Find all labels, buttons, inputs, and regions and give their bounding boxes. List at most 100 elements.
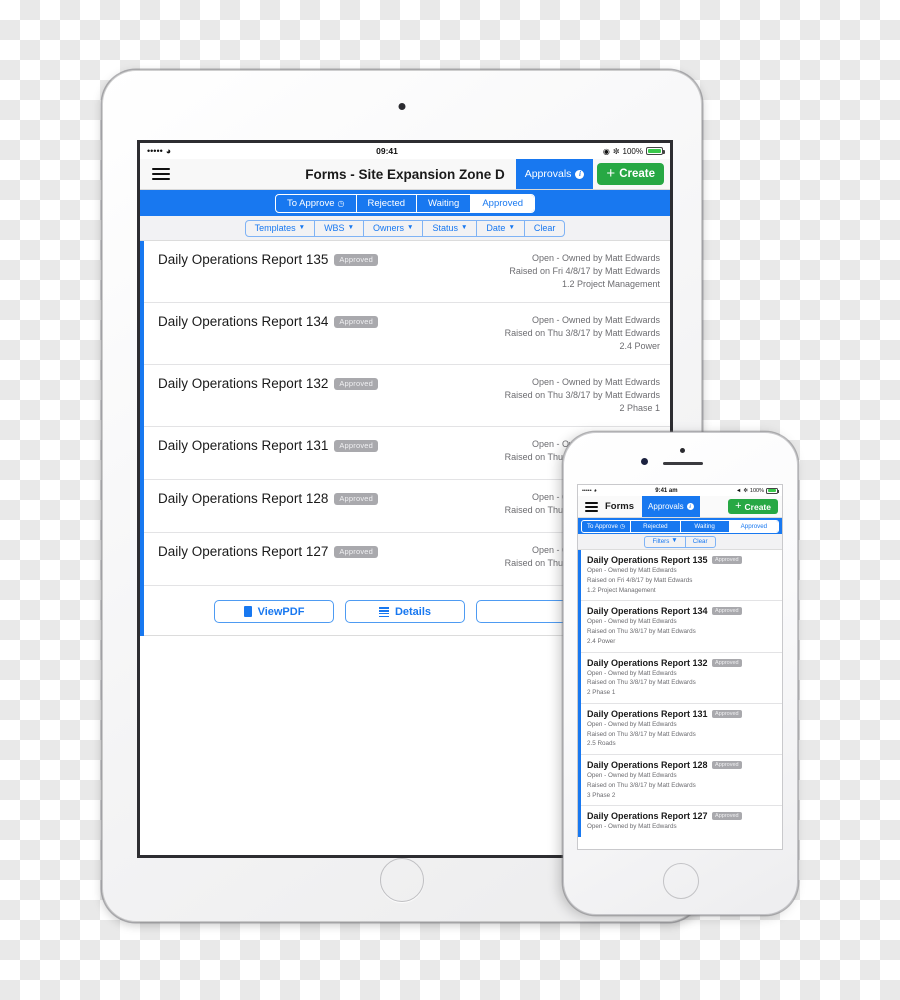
tab-approvals[interactable]: Approvals i: [515, 159, 594, 189]
row-meta: Open - Owned by Matt Edwards Raised on F…: [587, 566, 776, 595]
list-selection-accent-bar: [578, 550, 581, 837]
filter-wbs-label: WBS: [324, 223, 345, 233]
row-raised: Raised on Thu 3/8/17 by Matt Edwards: [587, 730, 696, 738]
table-row[interactable]: Daily Operations Report 132 Approved Ope…: [140, 365, 670, 428]
segment-rejected[interactable]: Rejected: [357, 194, 418, 212]
filter-date[interactable]: Date ▼: [477, 220, 525, 236]
chevron-down-icon: ▼: [407, 223, 414, 231]
status-badge: Approved: [334, 545, 379, 558]
tab-approvals-label: Approvals: [648, 502, 684, 511]
segment-approved[interactable]: Approved: [729, 520, 778, 532]
segment-rejected[interactable]: Rejected: [631, 520, 681, 532]
list-item[interactable]: Daily Operations Report 127 Approved Ope…: [578, 806, 782, 837]
list-item[interactable]: Daily Operations Report 135 Approved Ope…: [578, 550, 782, 602]
list-selection-accent-bar: [140, 241, 144, 637]
status-badge: Approved: [711, 607, 743, 616]
row-owner: Open - Owned by Matt Edwards: [587, 618, 677, 626]
plus-icon: +: [735, 500, 742, 512]
row-meta: Open - Owned by Matt Edwards Raised on T…: [505, 376, 660, 415]
list-item[interactable]: Daily Operations Report 132 Approved Ope…: [578, 653, 782, 704]
row-owner: Open - Owned by Matt Edwards: [531, 253, 660, 263]
row-wbs: 1.2 Project Management: [561, 279, 660, 290]
chevron-down-icon: ▼: [671, 537, 678, 545]
row-raised: Raised on Thu 3/8/17 by Matt Edwards: [587, 781, 696, 789]
row-title: Daily Operations Report 132: [587, 657, 708, 668]
plus-icon: +: [606, 165, 616, 182]
tablet-nav-bar: Forms - Site Expansion Zone D Approvals …: [140, 159, 670, 190]
table-row[interactable]: Daily Operations Report 135 Approved Ope…: [140, 241, 670, 304]
row-owner: Open - Owned by Matt Edwards: [531, 377, 660, 388]
segment-waiting[interactable]: Waiting: [681, 520, 730, 532]
approval-status-segmented-control: To Approve ◷ Rejected Waiting Approved: [274, 193, 536, 213]
filter-clear[interactable]: Clear: [686, 537, 715, 547]
create-button[interactable]: + Create: [728, 499, 778, 514]
page-title: Forms: [605, 501, 635, 512]
row-wbs: 2.4 Power: [619, 341, 660, 352]
info-badge-icon: i: [686, 503, 694, 510]
list-item[interactable]: Daily Operations Report 131 Approved Ope…: [578, 704, 782, 755]
filter-filters-label: Filters: [652, 538, 670, 545]
row-title-group: Daily Operations Report 128 Approved: [158, 491, 379, 507]
row-title: Daily Operations Report 132: [158, 376, 329, 392]
view-pdf-button[interactable]: ViewPDF: [214, 600, 334, 624]
table-row[interactable]: Daily Operations Report 134 Approved Ope…: [140, 303, 670, 366]
status-badge: Approved: [711, 709, 743, 718]
filter-button-group: Filters ▼ Clear: [644, 535, 716, 548]
hamburger-menu-icon[interactable]: [585, 496, 598, 517]
list-item[interactable]: Daily Operations Report 128 Approved Ope…: [578, 755, 782, 807]
list-details-icon: [378, 607, 389, 618]
tablet-status-bar: ••••• ◕ 09:41 ◉ ✼ 100%: [140, 143, 670, 159]
battery-icon: [766, 487, 779, 494]
create-button-label: Create: [619, 168, 655, 180]
row-raised: Raised on Thu 3/8/17 by Matt Edwards: [587, 628, 696, 635]
phone-nav-bar: Forms Approvals i + Create: [578, 496, 782, 518]
list-item[interactable]: Daily Operations Report 134 Approved Ope…: [578, 601, 782, 653]
phone-filter-bar: Filters ▼ Clear: [578, 534, 782, 550]
segment-to-approve-label: To Approve: [586, 522, 618, 530]
approval-status-segmented-control: To Approve ◷ Rejected Waiting Approved: [581, 519, 779, 533]
phone-home-button[interactable]: [662, 863, 699, 899]
chevron-down-icon: ▼: [298, 223, 306, 231]
phone-clock: 9:41 am: [655, 487, 678, 494]
status-badge: Approved: [711, 556, 743, 564]
create-button[interactable]: + Create: [597, 163, 664, 185]
filter-clear[interactable]: Clear: [525, 221, 565, 236]
phone-forms-list: Daily Operations Report 135 Approved Ope…: [578, 550, 782, 837]
bluetooth-icon: ✼: [743, 487, 748, 494]
row-wbs: 1.2 Project Management: [587, 586, 656, 594]
row-title-group: Daily Operations Report 132 Approved: [158, 376, 379, 392]
filter-templates[interactable]: Templates ▼: [246, 220, 316, 236]
tab-approvals[interactable]: Approvals i: [642, 496, 700, 517]
row-title: Daily Operations Report 128: [158, 491, 329, 507]
row-title: Daily Operations Report 127: [158, 544, 329, 560]
row-raised: Raised on Thu 3/8/17 by Matt Edwards: [587, 679, 696, 687]
segment-to-approve[interactable]: To Approve ◷: [276, 194, 357, 212]
segment-waiting[interactable]: Waiting: [417, 194, 472, 212]
row-title-group: Daily Operations Report 135 Approved: [587, 555, 776, 565]
signal-dots-icon: •••••: [147, 145, 163, 156]
segment-approved[interactable]: Approved: [471, 194, 535, 212]
status-badge: Approved: [334, 492, 379, 505]
filter-status[interactable]: Status ▼: [423, 220, 478, 236]
row-owner: Open - Owned by Matt Edwards: [531, 315, 660, 326]
clock-icon: ◷: [337, 198, 345, 208]
segment-to-approve[interactable]: To Approve ◷: [582, 520, 632, 532]
tablet-home-button[interactable]: [380, 858, 424, 902]
hamburger-menu-icon[interactable]: [152, 165, 170, 183]
row-title: Daily Operations Report 128: [587, 760, 708, 770]
filter-owners[interactable]: Owners ▼: [364, 220, 424, 236]
chevron-down-icon: ▼: [347, 223, 355, 231]
row-wbs: 2.5 Roads: [587, 740, 616, 748]
row-meta: Open - Owned by Matt Edwards Raised on T…: [505, 314, 660, 353]
row-title: Daily Operations Report 131: [587, 708, 708, 719]
phone-status-bar: ••••• ◕ 9:41 am ◄ ✼ 100%: [578, 485, 782, 496]
create-button-label: Create: [744, 501, 771, 512]
filter-wbs[interactable]: WBS ▼: [315, 220, 365, 236]
filter-filters[interactable]: Filters ▼: [645, 536, 686, 547]
row-title-group: Daily Operations Report 134 Approved: [158, 314, 379, 329]
row-owner: Open - Owned by Matt Edwards: [587, 669, 677, 677]
row-meta: Open - Owned by Matt Edwards Raised on T…: [587, 617, 776, 646]
row-title-group: Daily Operations Report 131 Approved: [158, 438, 379, 453]
row-meta: Open - Owned by Matt Edwards Raised on T…: [587, 771, 776, 800]
details-button[interactable]: Details: [345, 600, 465, 624]
